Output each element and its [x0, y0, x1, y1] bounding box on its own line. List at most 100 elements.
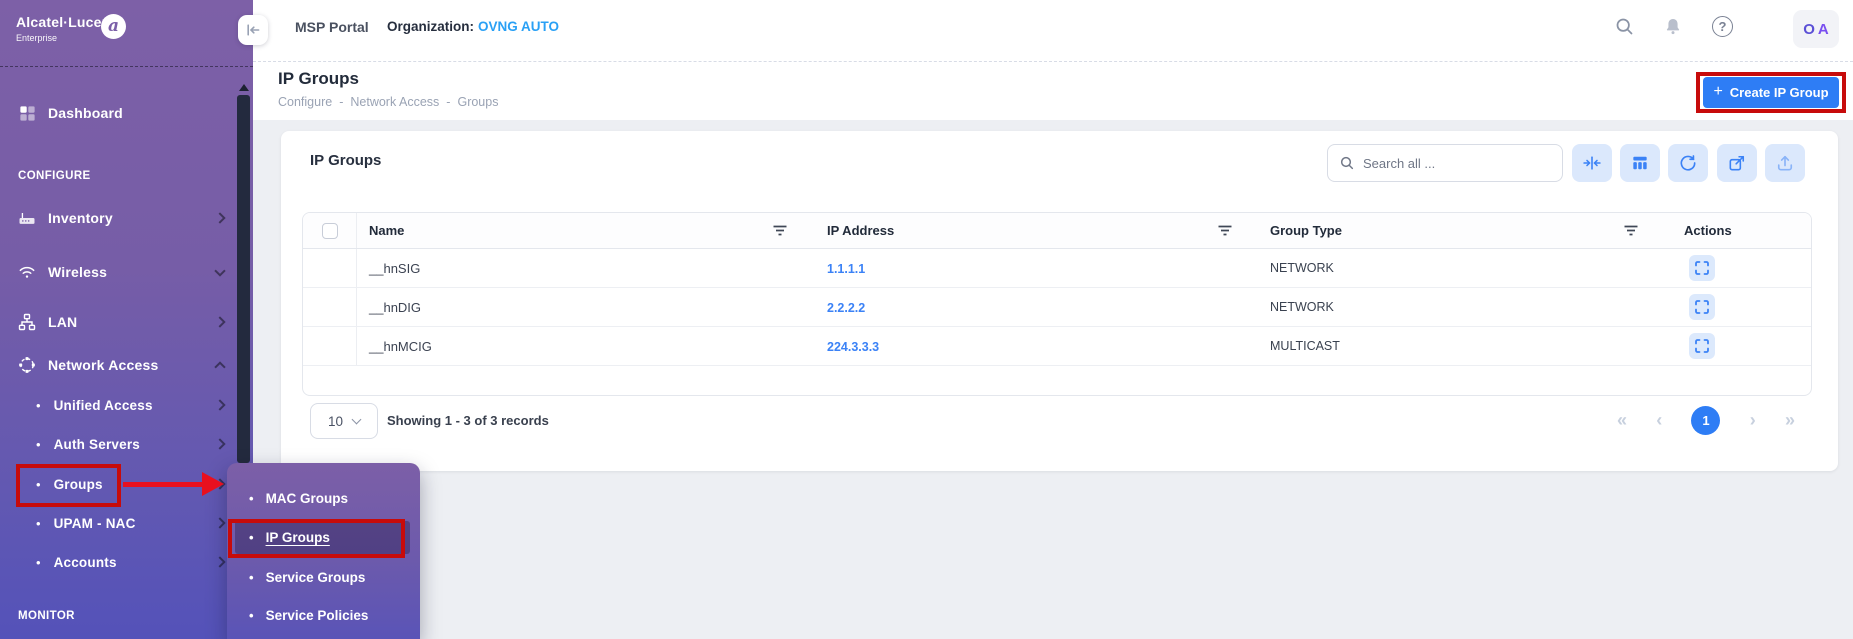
- breadcrumb-network-access[interactable]: Network Access: [350, 95, 439, 109]
- flyout-item-label: IP Groups: [266, 530, 330, 545]
- select-all-checkbox[interactable]: [322, 223, 338, 239]
- first-page-button[interactable]: «: [1617, 411, 1627, 429]
- help-icon[interactable]: [1712, 16, 1733, 37]
- row-checkbox-cell: [303, 327, 357, 365]
- columns-settings-button[interactable]: [1620, 144, 1660, 182]
- user-avatars[interactable]: O A: [1793, 10, 1839, 48]
- next-page-button[interactable]: ›: [1750, 411, 1756, 429]
- section-monitor: MONITOR: [18, 610, 75, 622]
- upload-button[interactable]: [1765, 144, 1805, 182]
- column-label: Name: [369, 223, 404, 238]
- flyout-item-label: MAC Groups: [266, 491, 349, 506]
- column-label: Group Type: [1270, 223, 1342, 238]
- ip-address-link[interactable]: 224.3.3.3: [827, 340, 879, 354]
- page-size-value: 10: [328, 414, 343, 429]
- flyout-item-mac-groups[interactable]: MAC Groups: [235, 484, 410, 512]
- previous-page-button[interactable]: ‹: [1656, 411, 1662, 429]
- expand-row-button[interactable]: [1689, 255, 1715, 281]
- dashboard-icon: [17, 103, 37, 123]
- ip-address-link[interactable]: 1.1.1.1: [827, 262, 865, 276]
- expand-row-button[interactable]: [1689, 294, 1715, 320]
- table-header-row: Name IP Address Group Type Actions: [303, 213, 1811, 249]
- ip-address-link[interactable]: 2.2.2.2: [827, 301, 865, 315]
- search-input[interactable]: [1363, 156, 1543, 171]
- brand-subtitle: Enterprise: [16, 33, 115, 43]
- filter-icon[interactable]: [1218, 225, 1232, 236]
- top-bar: MSP Portal Organization: OVNG AUTO O A: [253, 0, 1853, 62]
- chevron-down-icon: [214, 265, 225, 276]
- sidebar-item-label: Dashboard: [48, 105, 123, 121]
- last-page-button[interactable]: »: [1785, 411, 1795, 429]
- expand-icon: [1695, 261, 1709, 275]
- breadcrumb-separator: -: [446, 95, 450, 109]
- app-root: Alcatel·Lucent Enterprise Dashboard CONF…: [0, 0, 1853, 639]
- table-empty-space: [303, 366, 1811, 396]
- cell-actions: [1656, 255, 1812, 281]
- column-header-ip-address: IP Address: [801, 223, 1246, 238]
- sidebar-collapse-button[interactable]: [238, 15, 268, 45]
- table-row[interactable]: __hnMCIG 224.3.3.3 MULTICAST: [303, 327, 1811, 366]
- sidebar-subitem-label: Auth Servers: [54, 437, 140, 452]
- sidebar-item-auth-servers[interactable]: Auth Servers: [0, 432, 253, 456]
- sidebar-item-network-access[interactable]: Network Access: [0, 352, 253, 378]
- scrollbar-thumb[interactable]: [237, 95, 250, 463]
- records-summary: Showing 1 - 3 of 3 records: [387, 413, 549, 428]
- sidebar: Alcatel·Lucent Enterprise Dashboard CONF…: [0, 0, 253, 639]
- export-button[interactable]: [1717, 144, 1757, 182]
- sidebar-subitem-label: UPAM - NAC: [54, 516, 136, 531]
- header-checkbox-cell: [303, 213, 357, 248]
- sidebar-subitem-label: Accounts: [54, 555, 117, 570]
- column-label: IP Address: [827, 223, 894, 238]
- row-checkbox-cell: [303, 249, 357, 287]
- avatar-initial-o: O: [1803, 21, 1815, 38]
- sidebar-scrollbar[interactable]: [236, 80, 251, 470]
- sidebar-item-inventory[interactable]: Inventory: [0, 205, 253, 231]
- flyout-item-label: Service Groups: [266, 570, 366, 585]
- cell-group-type: NETWORK: [1246, 300, 1656, 314]
- table-row[interactable]: __hnDIG 2.2.2.2 NETWORK: [303, 288, 1811, 327]
- cell-name: __hnMCIG: [357, 339, 801, 354]
- expand-icon: [1695, 300, 1709, 314]
- cell-ip-address: 2.2.2.2: [801, 300, 1246, 315]
- search-icon[interactable]: [1614, 16, 1635, 42]
- breadcrumb-configure[interactable]: Configure: [278, 95, 332, 109]
- plus-icon: +: [1713, 83, 1722, 101]
- columns-icon: [1630, 153, 1650, 173]
- organization-label: Organization:: [387, 19, 474, 34]
- filter-icon[interactable]: [773, 225, 787, 236]
- sidebar-item-lan[interactable]: LAN: [0, 309, 253, 335]
- annotation-arrow-line: [123, 482, 204, 487]
- page-size-select[interactable]: 10: [310, 403, 378, 439]
- scrollbar-up-arrow-icon[interactable]: [239, 84, 249, 91]
- expand-row-button[interactable]: [1689, 333, 1715, 359]
- flyout-item-ip-groups[interactable]: IP Groups: [235, 521, 410, 554]
- flyout-item-service-groups[interactable]: Service Groups: [235, 563, 410, 591]
- fit-columns-button[interactable]: [1572, 144, 1612, 182]
- sidebar-subitem-label: Groups: [54, 477, 103, 492]
- sidebar-item-accounts[interactable]: Accounts: [0, 550, 253, 574]
- sidebar-item-label: Inventory: [48, 210, 113, 226]
- breadcrumb-groups[interactable]: Groups: [457, 95, 498, 109]
- sidebar-item-unified-access[interactable]: Unified Access: [0, 393, 253, 417]
- ip-groups-table: Name IP Address Group Type Actions __hnS…: [302, 212, 1812, 396]
- current-page-button[interactable]: 1: [1691, 406, 1720, 435]
- card-title: IP Groups: [310, 152, 381, 169]
- filter-icon[interactable]: [1624, 225, 1638, 236]
- chevron-right-icon: [214, 399, 225, 410]
- sidebar-item-wireless[interactable]: Wireless: [0, 259, 253, 285]
- avatar-initial-a: A: [1818, 21, 1829, 38]
- sidebar-item-dashboard[interactable]: Dashboard: [0, 100, 253, 126]
- fit-columns-icon: [1582, 153, 1602, 173]
- sidebar-item-upam-nac[interactable]: UPAM - NAC: [0, 511, 253, 535]
- column-header-name: Name: [357, 223, 801, 238]
- table-row[interactable]: __hnSIG 1.1.1.1 NETWORK: [303, 249, 1811, 288]
- create-ip-group-button[interactable]: + Create IP Group: [1703, 77, 1839, 108]
- chevron-right-icon: [214, 438, 225, 449]
- notifications-bell-icon[interactable]: [1663, 16, 1683, 42]
- chevron-up-icon: [214, 361, 225, 372]
- refresh-button[interactable]: [1668, 144, 1708, 182]
- flyout-item-service-policies[interactable]: Service Policies: [235, 601, 410, 629]
- ip-groups-card: IP Groups Name: [281, 131, 1838, 471]
- portal-title: MSP Portal: [295, 19, 369, 35]
- organization-value[interactable]: OVNG AUTO: [478, 19, 559, 34]
